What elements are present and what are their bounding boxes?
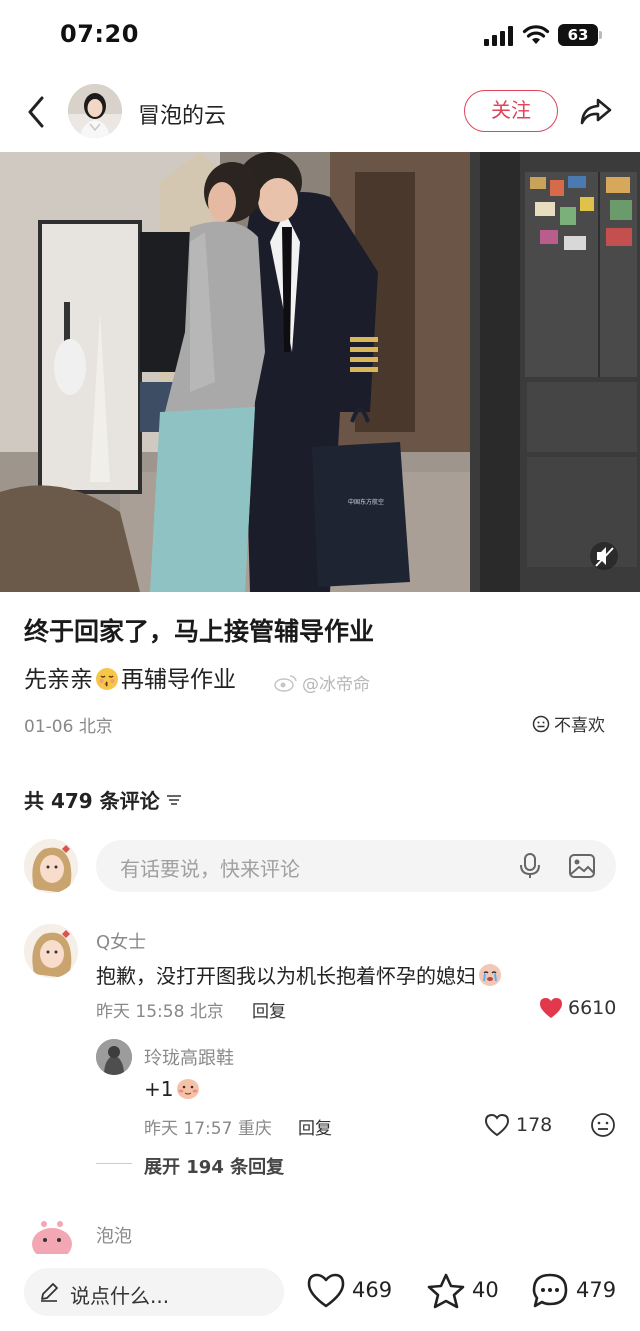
author-name[interactable]: 冒泡的云 <box>138 98 226 130</box>
reply-avatar[interactable] <box>96 1039 132 1075</box>
reply-reply-button[interactable]: 回复 <box>298 1114 332 1139</box>
comment-input-placeholder: 有话要说，快来评论 <box>120 857 300 881</box>
microphone-icon[interactable] <box>518 852 542 880</box>
cellular-signal-icon <box>484 26 513 46</box>
favorite-count: 40 <box>472 1278 499 1302</box>
favorite-star-icon[interactable] <box>426 1272 466 1310</box>
post-photo[interactable]: 中国东方航空 <box>0 152 640 592</box>
comment-location: 北京 <box>189 1002 224 1022</box>
comment-avatar-2[interactable] <box>30 1218 74 1260</box>
share-icon[interactable] <box>578 94 614 128</box>
reply-text-content: +1 <box>144 1077 174 1101</box>
comment-bubble-icon[interactable] <box>530 1272 570 1310</box>
comment-text: 抱歉，没打开图我以为机长抱着怀孕的媳妇 <box>96 960 502 989</box>
reply-text: +1 <box>144 1076 201 1101</box>
post-date: 01-06 <box>24 717 74 737</box>
reply-like-count: 178 <box>516 1114 553 1136</box>
reply-meta: 昨天 17:57 重庆 <box>144 1114 272 1139</box>
reply-author[interactable]: 玲珑高跟鞋 <box>144 1044 234 1070</box>
bottom-comment-input[interactable]: 说点什么... <box>24 1268 284 1316</box>
weibo-icon <box>274 674 297 692</box>
bag-logo-text: 中国东方航空 <box>348 498 384 506</box>
comment-count-header[interactable]: 共 479 条评论 <box>24 785 182 814</box>
status-time: 07:20 <box>60 20 139 48</box>
post-body: 先亲亲 再辅导作业 <box>24 660 236 694</box>
like-count: 469 <box>352 1278 393 1302</box>
bottom-action-bar: 说点什么... 469 40 479 <box>0 1262 640 1331</box>
post-body-text-1: 先亲亲 <box>24 667 93 693</box>
shy-face-icon <box>177 1079 200 1099</box>
comment-meta: 昨天 15:58 北京 <box>96 997 224 1022</box>
post-title: 终于回家了，马上接管辅导作业 <box>24 617 375 646</box>
bottom-input-placeholder: 说点什么... <box>70 1284 170 1308</box>
post-header: 冒泡的云 关注 <box>0 76 640 148</box>
wifi-icon <box>522 25 550 44</box>
kissing-face-icon <box>96 668 118 690</box>
my-avatar <box>24 839 78 893</box>
dislike-button[interactable]: 不喜欢 <box>532 711 605 736</box>
comment-author-2[interactable]: 泡泡 <box>96 1222 132 1248</box>
back-icon[interactable] <box>22 94 52 130</box>
expand-divider <box>96 1163 132 1164</box>
comment-count-label: 共 479 条评论 <box>24 789 160 813</box>
sort-icon <box>166 794 181 805</box>
dislike-label: 不喜欢 <box>554 716 605 736</box>
comment-author[interactable]: Q女士 <box>96 928 146 954</box>
post-location: 北京 <box>78 717 113 737</box>
like-heart-icon[interactable] <box>306 1272 346 1310</box>
expand-replies-button[interactable]: 展开 194 条回复 <box>144 1153 284 1179</box>
comment-like-count: 6610 <box>568 997 617 1019</box>
crying-face-icon <box>479 964 501 986</box>
comment-text-content: 抱歉，没打开图我以为机长抱着怀孕的媳妇 <box>96 964 476 988</box>
comment-input[interactable]: 有话要说，快来评论 <box>96 840 616 892</box>
neutral-face-icon <box>532 715 550 732</box>
dislike-face-icon[interactable] <box>590 1112 616 1138</box>
reply-time: 昨天 17:57 <box>144 1119 233 1139</box>
post-body-text-2: 再辅导作业 <box>121 667 236 693</box>
mute-icon[interactable] <box>590 542 618 570</box>
follow-button[interactable]: 关注 <box>464 90 558 132</box>
post-meta: 01-06 北京 <box>24 712 113 737</box>
reply-location: 重庆 <box>237 1119 272 1139</box>
pen-icon <box>41 1283 58 1302</box>
weibo-watermark: @冰帝命 <box>274 670 370 695</box>
comment-avatar[interactable] <box>24 924 78 978</box>
image-icon[interactable] <box>568 853 596 879</box>
comment-total-count: 479 <box>576 1278 617 1302</box>
comment-time: 昨天 15:58 <box>96 1002 185 1022</box>
status-bar: 07:20 63 <box>0 0 640 72</box>
heart-filled-icon[interactable] <box>538 996 564 1020</box>
battery-indicator: 63 <box>558 24 602 46</box>
reply-button[interactable]: 回复 <box>252 997 286 1022</box>
heart-outline-icon[interactable] <box>484 1113 510 1137</box>
watermark-text: @冰帝命 <box>302 675 370 695</box>
author-avatar[interactable] <box>68 84 122 138</box>
